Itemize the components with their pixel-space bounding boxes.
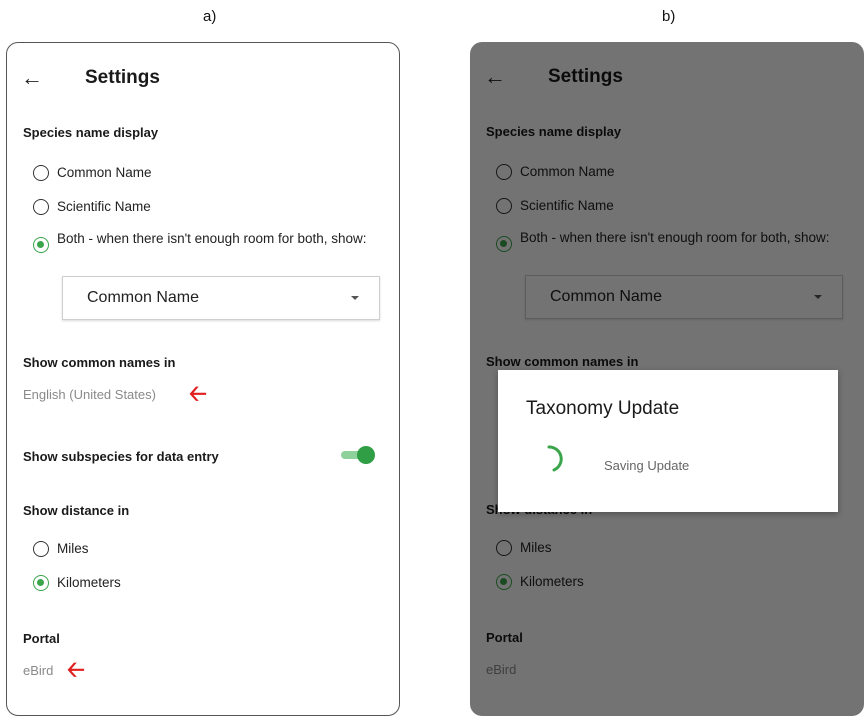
radio-label: Both - when there isn't enough room for … (57, 231, 367, 246)
toggle-knob (357, 446, 375, 464)
red-arrow-left-icon: 🡠 (189, 381, 207, 406)
settings-screen-a: ← Settings Species name display Common N… (6, 42, 400, 716)
dialog-title: Taxonomy Update (526, 398, 680, 419)
portal-heading: Portal (23, 631, 60, 646)
common-names-heading: Show common names in (23, 355, 176, 370)
radio-kilometers[interactable]: Kilometers (33, 575, 121, 591)
radio-label: Common Name (57, 165, 152, 180)
radio-circle-icon[interactable] (33, 165, 49, 181)
radio-selected-icon[interactable] (33, 237, 49, 253)
radio-label: Miles (57, 541, 89, 556)
taxonomy-update-dialog: Taxonomy Update Saving Update (498, 370, 838, 512)
species-name-display-heading: Species name display (23, 125, 159, 140)
subspecies-label: Show subspecies for data entry (23, 449, 219, 464)
name-display-dropdown[interactable]: Common Name (62, 276, 380, 320)
radio-selected-icon[interactable] (33, 575, 49, 591)
loading-spinner-icon (547, 445, 563, 472)
dropdown-caret-icon (351, 296, 359, 300)
radio-label: Scientific Name (57, 199, 151, 214)
back-arrow-icon[interactable]: ← (21, 65, 51, 91)
subspecies-toggle[interactable] (337, 446, 377, 464)
common-names-language[interactable]: English (United States) (23, 387, 156, 402)
radio-label: Kilometers (57, 575, 121, 590)
panel-label-a: a) (203, 8, 217, 25)
red-arrow-left-icon: 🡠 (67, 657, 85, 682)
radio-miles[interactable]: Miles (33, 541, 89, 557)
dropdown-value: Common Name (87, 289, 200, 306)
radio-circle-icon[interactable] (33, 199, 49, 215)
settings-screen-b: ← Settings Species name display Common N… (470, 42, 864, 716)
page-title: Settings (85, 67, 160, 88)
panel-label-b: b) (662, 8, 676, 25)
distance-heading: Show distance in (23, 503, 130, 518)
radio-both[interactable]: Both - when there isn't enough room for … (33, 231, 373, 253)
radio-circle-icon[interactable] (33, 541, 49, 557)
settings-content: ← Settings Species name display Common N… (7, 43, 399, 715)
portal-value[interactable]: eBird (23, 663, 53, 678)
dialog-message: Saving Update (604, 458, 690, 473)
radio-common-name[interactable]: Common Name (33, 165, 152, 181)
radio-scientific-name[interactable]: Scientific Name (33, 199, 151, 215)
app-header: ← Settings (21, 65, 160, 91)
